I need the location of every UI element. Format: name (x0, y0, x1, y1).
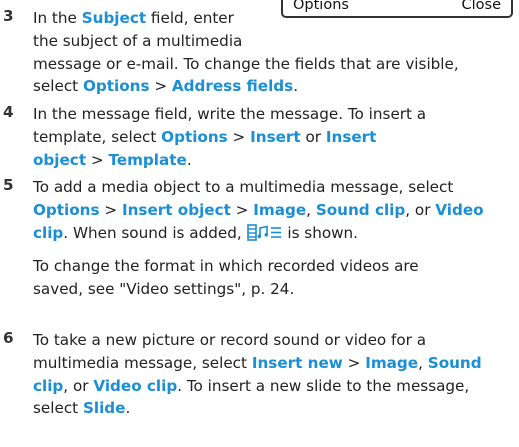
ui-term: Insert object (121, 200, 231, 219)
ui-term: Image (365, 353, 419, 372)
step-number: 3 (3, 7, 14, 25)
step-text: In the message field, write the message.… (33, 105, 427, 169)
ui-term: Template (108, 150, 187, 169)
ui-term: Sound clip (315, 200, 406, 219)
ui-term: Video clip (93, 376, 178, 395)
ui-term: Subject (81, 9, 147, 27)
step-text: To take a new picture or record sound or… (33, 331, 482, 418)
step-text: In the Subject field, enter the subject o… (33, 9, 459, 96)
ui-term: Options (82, 77, 150, 96)
step-3: 3 In the Subject field, enter the subject… (3, 7, 513, 98)
media-clip-icon (246, 223, 283, 241)
step-5-note: To change the format in which recorded v… (33, 257, 419, 298)
step-text: To add a media object to a multimedia me… (33, 178, 484, 242)
step-6: 6 To take a new picture or record sound … (3, 329, 513, 420)
ui-term: Options (161, 127, 228, 146)
step-4: 4 In the message field, write the messag… (3, 103, 513, 171)
ui-term: Insert (250, 127, 301, 146)
step-number: 4 (3, 103, 14, 121)
step-number: 6 (3, 329, 14, 347)
step-5: 5 To add a media object to a multimedia … (3, 176, 513, 244)
ui-term: Address fields (171, 77, 294, 96)
ui-term: Options (33, 200, 100, 219)
step-number: 5 (3, 176, 14, 194)
ui-term: Image (253, 200, 307, 219)
ui-term: Slide (82, 399, 126, 418)
ui-term: Insert new (251, 353, 343, 372)
